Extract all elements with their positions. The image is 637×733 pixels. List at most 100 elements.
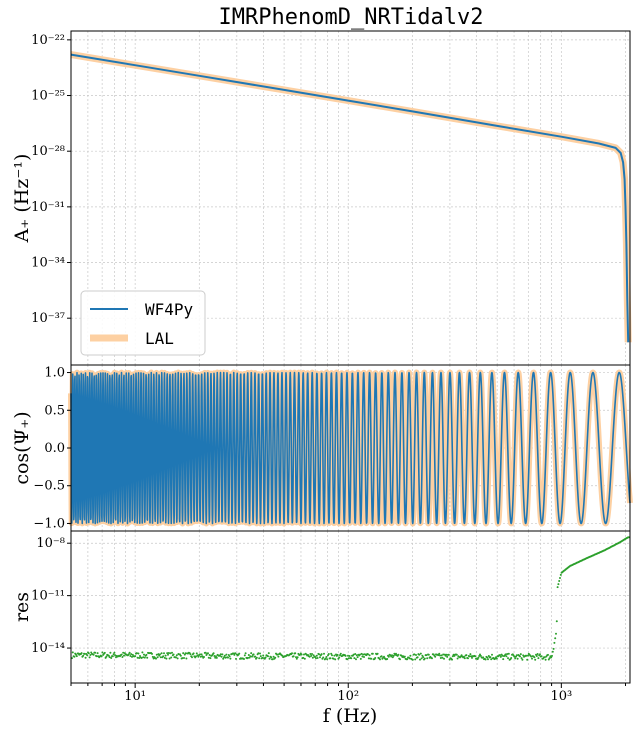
residual-point (510, 657, 513, 659)
residual-point (86, 654, 89, 657)
residual-point (368, 654, 371, 657)
residual-point (164, 654, 167, 657)
x-tick-label: 10¹ (124, 689, 146, 704)
residual-point (183, 657, 185, 659)
residual-point (469, 653, 472, 656)
residual-point (262, 654, 265, 657)
residual-point (399, 658, 401, 661)
residual-point (467, 657, 469, 660)
residual-point (547, 653, 549, 656)
residual-point (486, 656, 489, 659)
phase-panel: −1.0 −0.5 0.0 0.5 1.0 cos(Ψ₊) (11, 364, 633, 532)
residual-point (536, 653, 539, 655)
residual-point (415, 654, 417, 656)
residual-point (556, 586, 559, 589)
residual-point (94, 651, 97, 654)
residual-point (189, 653, 192, 656)
residual-point (487, 658, 489, 661)
residual-point (419, 658, 421, 661)
residual-point (489, 656, 492, 659)
residual-point (267, 655, 269, 658)
residual-point (482, 656, 485, 659)
residual-point (244, 652, 247, 655)
residual-point (212, 652, 215, 655)
y-tick-label: 10⁻³⁴ (31, 256, 65, 271)
residual-point (526, 658, 529, 661)
residual-point (334, 658, 337, 661)
residual-point (419, 652, 422, 655)
residual-point (521, 658, 524, 661)
residual-point (414, 658, 417, 661)
residual-point (250, 652, 253, 655)
residual-point (555, 632, 557, 635)
residual-point (502, 658, 505, 661)
residual-point (111, 655, 114, 658)
residual-point (387, 655, 390, 658)
residual-point (310, 654, 313, 657)
residual-point (185, 657, 188, 660)
residual-point (422, 656, 425, 659)
residual-point (175, 654, 178, 657)
residual-point (551, 650, 554, 653)
residual-point (320, 653, 323, 656)
residual-point (103, 651, 106, 654)
residual-point (303, 657, 306, 660)
x-tick-label: 10² (337, 689, 359, 704)
residual-point (507, 657, 509, 660)
residual-point (338, 656, 341, 659)
residual-point (356, 656, 359, 659)
residual-point (300, 653, 303, 656)
residual-point (228, 655, 231, 658)
residual-point (322, 656, 325, 659)
residual-point (163, 652, 165, 655)
residual-point (455, 653, 458, 656)
x-tick-label: 10³ (550, 689, 572, 704)
residual-point (137, 652, 140, 655)
residual-point (227, 656, 229, 659)
residual-point (311, 653, 313, 655)
residual-point (484, 658, 487, 661)
residual-point (291, 652, 293, 655)
residual-point (363, 656, 365, 658)
residual-point (434, 655, 437, 658)
y-tick-label: −1.0 (33, 516, 65, 531)
residual-point (141, 651, 144, 654)
residual-point (247, 654, 250, 656)
residual-point (329, 657, 332, 660)
residual-point (534, 658, 537, 661)
residual-point (557, 583, 560, 586)
residual-point (207, 652, 209, 655)
residual-ylabel: res (11, 592, 33, 622)
residual-point (220, 655, 223, 658)
residual-point (376, 652, 379, 655)
y-tick-label: 10⁻³¹ (31, 200, 65, 215)
residual-point (292, 655, 295, 658)
residual-point (348, 655, 351, 657)
residual-point (447, 653, 450, 656)
residual-point (172, 653, 175, 656)
residual-point (243, 654, 246, 657)
residual-point (267, 652, 270, 655)
residual-point (514, 657, 517, 660)
residual-point (87, 652, 90, 655)
residual-point (233, 653, 236, 656)
y-tick-label: 0.0 (44, 441, 65, 456)
residual-point (420, 657, 423, 660)
residual-point (533, 656, 536, 659)
residual-point (471, 656, 473, 659)
legend-lal-label: LAL (145, 329, 174, 348)
residual-point (259, 655, 262, 658)
residual-point (416, 656, 419, 659)
residual-point (463, 657, 466, 660)
residual-point (101, 651, 104, 654)
residual-point (559, 573, 562, 576)
residual-point (255, 656, 258, 659)
residual-point (474, 655, 477, 658)
residual-point (243, 658, 245, 660)
residual-point (505, 655, 508, 658)
residual-point (409, 654, 412, 657)
residual-point (559, 577, 561, 579)
residual-point (162, 655, 165, 658)
residual-point (192, 652, 195, 655)
frequency-xlabel: f (Hz) (323, 705, 377, 727)
